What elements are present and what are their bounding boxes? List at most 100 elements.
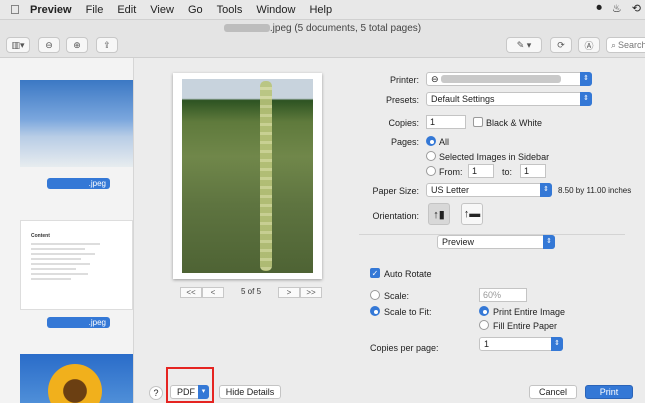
share-icon[interactable]: ⇪ [96,37,118,53]
pages-all-radio[interactable] [426,136,436,146]
thumbnail-label-2[interactable]: .jpeg [47,317,110,328]
menu-view[interactable]: View [150,4,174,16]
auto-rotate-checkbox[interactable]: ✓ [370,268,380,278]
black-white-label: Black & White [486,118,543,128]
next-page-button[interactable]: > [278,287,300,298]
screen-record-icon[interactable]: ⏺ [596,2,602,15]
apple-menu-icon[interactable]:  [10,2,30,17]
printer-icon: ⊖ [431,73,439,84]
chevron-updown-icon: ⇕ [580,72,592,86]
thumbnail-sunflower-image[interactable] [20,354,133,403]
doc-line [31,263,91,265]
scale-radio[interactable] [370,290,380,300]
print-entire-image-radio[interactable] [479,306,489,316]
window-toolbar: .jpeg (5 documents, 5 total pages) ▥▾ ⊖ … [0,20,645,58]
window-title: .jpeg (5 documents, 5 total pages) [0,23,645,34]
pages-from-label: From: [439,167,463,177]
search-icon: ⌕ [611,39,617,50]
print-preview [173,73,322,279]
print-button[interactable]: Print [585,385,633,399]
pages-selected-label: Selected Images in Sidebar [439,152,550,162]
search-field[interactable]: ⌕ Search [606,37,645,53]
menu-tools[interactable]: Tools [217,4,243,16]
paper-size-select[interactable]: US Letter ⇕ [426,183,552,197]
redacted-filename [223,24,270,33]
pages-selected-radio[interactable] [426,151,436,161]
black-white-checkbox[interactable] [473,117,483,127]
sidebar-toggle-button[interactable]: ▥▾ [6,37,30,53]
redacted-printer-name [441,75,562,83]
copies-field[interactable]: 1 [426,115,466,129]
pages-to-label: to: [502,167,513,177]
page-indicator: 5 of 5 [241,287,262,296]
chevron-updown-icon: ⇕ [543,235,555,249]
status-icons: ⏺ ♨ ⟲ [596,2,641,15]
thumbnail-doc-title: Content [31,233,50,239]
to-field[interactable]: 1 [520,164,546,178]
landscape-orientation-button[interactable]: ↑▬ [461,203,483,225]
last-page-button[interactable]: >> [300,287,322,298]
menu-bar:  Preview File Edit View Go Tools Window… [0,0,645,20]
orientation-label: Orientation: [372,211,419,221]
cancel-button[interactable]: Cancel [529,385,577,399]
prev-page-button[interactable]: < [202,287,224,298]
markup-icon[interactable]: Ⓐ [578,37,600,53]
print-dialog: << < 5 of 5 > >> Printer: ⊖ ⇕ Presets: D… [134,58,645,403]
scale-to-fit-radio[interactable] [370,306,380,316]
flame-icon[interactable]: ♨ [612,2,622,15]
chevron-updown-icon: ⇕ [580,92,592,106]
scale-to-fit-label: Scale to Fit: [384,307,432,317]
doc-line [31,253,96,255]
time-machine-icon[interactable]: ⟲ [632,2,641,15]
help-button[interactable]: ? [149,386,163,400]
print-entire-image-label: Print Entire Image [493,307,566,317]
menu-file[interactable]: File [86,4,104,16]
menu-edit[interactable]: Edit [117,4,136,16]
markup-pen-button[interactable]: ✎ ▾ [506,37,542,53]
scale-field[interactable]: 60% [479,288,527,302]
zoom-out-button[interactable]: ⊖ [38,37,60,53]
fill-entire-paper-label: Fill Entire Paper [493,321,558,331]
thumbnail-sky-image[interactable] [20,80,133,167]
pager-right: > >> [278,287,322,298]
zoom-in-button[interactable]: ⊕ [66,37,88,53]
thumbnail-sidebar: .jpeg Content .jpeg [0,58,134,403]
thumbnail-document-page[interactable]: Content [20,220,133,310]
app-section-select[interactable]: Preview ⇕ [437,235,555,249]
paper-size-label: Paper Size: [372,186,419,196]
menu-window[interactable]: Window [256,4,295,16]
presets-label: Presets: [385,95,419,105]
highlight-box [166,367,214,403]
printer-select[interactable]: ⊖ ⇕ [426,72,592,86]
portrait-orientation-button[interactable]: ↑▮ [428,203,450,225]
doc-line [31,273,89,275]
plant-stalk [260,81,272,271]
copies-per-page-select[interactable]: 1 ⇕ [479,337,563,351]
preview-photo [182,79,313,273]
menu-go[interactable]: Go [188,4,203,16]
first-page-button[interactable]: << [180,287,202,298]
auto-rotate-label: Auto Rotate [384,269,432,279]
presets-select[interactable]: Default Settings ⇕ [426,92,592,106]
hide-details-button[interactable]: Hide Details [219,385,281,399]
doc-line [31,248,86,250]
doc-line [31,268,76,270]
doc-line [31,258,81,260]
menu-help[interactable]: Help [309,4,332,16]
from-field[interactable]: 1 [468,164,494,178]
pages-all-label: All [439,137,450,147]
pages-label: Pages: [390,137,419,147]
chevron-updown-icon: ⇕ [540,183,552,197]
pages-range-radio[interactable] [426,166,436,176]
thumbnail-label-1[interactable]: .jpeg [47,178,110,189]
fill-entire-paper-radio[interactable] [479,320,489,330]
scale-label: Scale: [384,291,410,301]
pager-left: << < [180,287,224,298]
paper-size-dims: 8.50 by 11.00 inches [558,186,632,195]
menu-preview[interactable]: Preview [30,4,72,16]
doc-line [31,278,71,280]
chevron-updown-icon: ⇕ [551,337,563,351]
printer-label: Printer: [389,75,419,85]
sunflower-graphic [48,364,102,403]
rotate-icon[interactable]: ⟳ [550,37,572,53]
